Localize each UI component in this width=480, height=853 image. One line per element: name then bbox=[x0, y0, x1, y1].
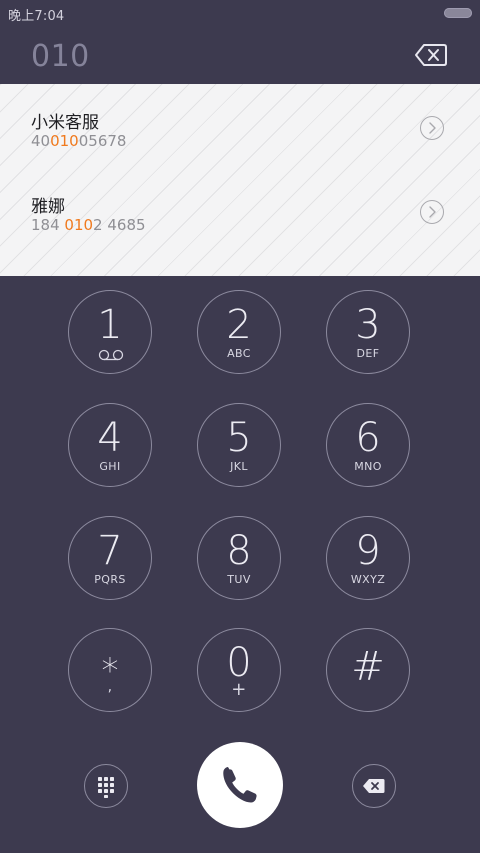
key-6[interactable]: 6 MNO bbox=[326, 403, 410, 487]
chevron-right-icon bbox=[429, 122, 436, 134]
key-letters: + bbox=[231, 679, 247, 700]
key-digit: # bbox=[351, 644, 385, 690]
contact-suggestion[interactable]: 小米客服 4001005678 bbox=[0, 86, 480, 170]
key-digit: 3 bbox=[355, 302, 381, 348]
phone-icon bbox=[223, 767, 257, 803]
key-letters: PQRS bbox=[94, 573, 126, 586]
key-0[interactable]: 0 + bbox=[197, 628, 281, 712]
key-star[interactable]: * , bbox=[68, 628, 152, 712]
key-digit: 1 bbox=[97, 302, 123, 348]
number-display: 010 bbox=[0, 26, 480, 84]
key-letters: DEF bbox=[356, 347, 380, 360]
backspace-icon bbox=[363, 779, 385, 793]
status-bar: 晚上7:04 bbox=[0, 0, 480, 26]
battery-icon bbox=[444, 8, 472, 18]
contact-suggestion[interactable]: 雅娜 184 0102 4685 bbox=[0, 170, 480, 254]
contact-suggestions: 小米客服 4001005678 雅娜 184 0102 4685 bbox=[0, 84, 480, 276]
delete-button[interactable] bbox=[352, 764, 396, 808]
contact-number: 4001005678 bbox=[31, 132, 127, 150]
chevron-right-icon bbox=[429, 206, 436, 218]
backspace-icon[interactable] bbox=[414, 42, 448, 68]
key-digit: 4 bbox=[97, 415, 123, 461]
dialer-screen: 晚上7:04 010 小米客服 4001005678 雅娜 1 8 4 010 2 4… bbox=[0, 0, 480, 853]
key-digit: 8 bbox=[226, 528, 252, 574]
dialpad-grid-icon bbox=[98, 777, 114, 798]
key-letters: , bbox=[107, 679, 113, 695]
key-digit: 6 bbox=[355, 415, 381, 461]
key-3[interactable]: 3 DEF bbox=[326, 290, 410, 374]
key-letters: MNO bbox=[354, 460, 382, 473]
contact-number: 184 0102 4685 bbox=[31, 216, 146, 234]
key-digit: 5 bbox=[226, 415, 252, 461]
contact-name: 小米客服 bbox=[31, 113, 99, 133]
key-letters: GHI bbox=[99, 460, 121, 473]
key-4[interactable]: 4 GHI bbox=[68, 403, 152, 487]
key-hash[interactable]: # bbox=[326, 628, 410, 712]
key-letters: TUV bbox=[227, 573, 251, 586]
key-letters: JKL bbox=[230, 460, 248, 473]
contact-name: 雅娜 bbox=[31, 197, 65, 217]
contact-detail-button[interactable] bbox=[420, 116, 444, 140]
key-digit: 7 bbox=[97, 528, 123, 574]
dial-keypad: 1 2 ABC 3 DEF 4 GHI 5 JKL 6 MNO 7 PQRS 8… bbox=[0, 290, 480, 720]
key-letters: WXYZ bbox=[350, 573, 386, 586]
key-digit: 2 bbox=[226, 302, 252, 348]
key-9[interactable]: 9 WXYZ bbox=[326, 516, 410, 600]
matched-digits: 010 bbox=[50, 132, 79, 150]
key-8[interactable]: 8 TUV bbox=[197, 516, 281, 600]
key-1[interactable]: 1 bbox=[68, 290, 152, 374]
matched-digits: 010 bbox=[64, 216, 94, 234]
key-letters: ABC bbox=[227, 347, 251, 360]
key-digit: 9 bbox=[355, 528, 381, 574]
voicemail-icon bbox=[98, 346, 124, 365]
key-7[interactable]: 7 PQRS bbox=[68, 516, 152, 600]
dialpad-toggle-button[interactable] bbox=[84, 764, 128, 808]
dialed-number: 010 bbox=[31, 39, 90, 74]
key-5[interactable]: 5 JKL bbox=[197, 403, 281, 487]
contact-detail-button[interactable] bbox=[420, 200, 444, 224]
dialer-actions bbox=[0, 742, 480, 832]
call-button[interactable] bbox=[197, 742, 283, 828]
status-time: 晚上7:04 bbox=[8, 9, 65, 24]
key-2[interactable]: 2 ABC bbox=[197, 290, 281, 374]
